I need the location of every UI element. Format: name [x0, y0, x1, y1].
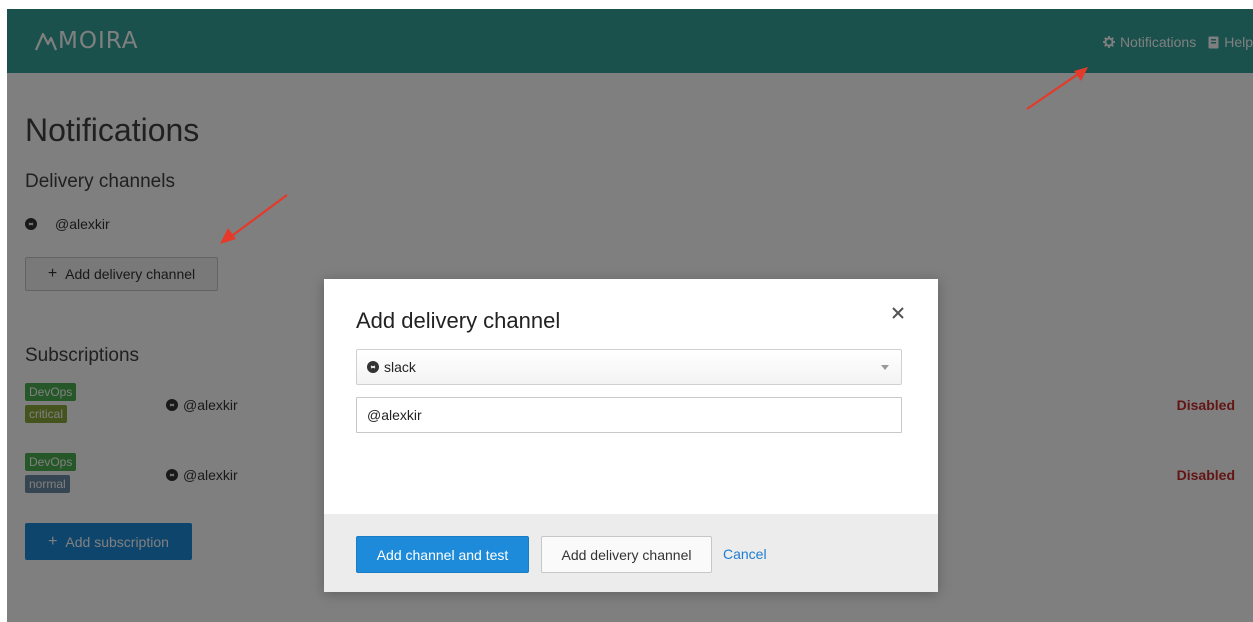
- annotation-arrow: [220, 194, 288, 244]
- cancel-link[interactable]: Cancel: [723, 546, 767, 562]
- close-icon[interactable]: [888, 303, 908, 323]
- chevron-down-icon: [881, 365, 889, 370]
- add-delivery-channel-modal: Add delivery channel slack Add channel a…: [324, 279, 938, 592]
- contact-input[interactable]: [356, 397, 902, 433]
- channel-type-value: slack: [384, 359, 416, 375]
- channel-type-select[interactable]: slack: [356, 349, 902, 385]
- add-channel-and-test-button[interactable]: Add channel and test: [356, 536, 529, 573]
- add-delivery-channel-submit-button[interactable]: Add delivery channel: [541, 536, 712, 573]
- modal-footer: Add channel and test Add delivery channe…: [324, 514, 938, 592]
- modal-title: Add delivery channel: [356, 308, 561, 333]
- annotation-arrow: [1026, 67, 1088, 110]
- slack-icon: [367, 361, 379, 373]
- app-window: MOIRA Notifications: [7, 9, 1253, 622]
